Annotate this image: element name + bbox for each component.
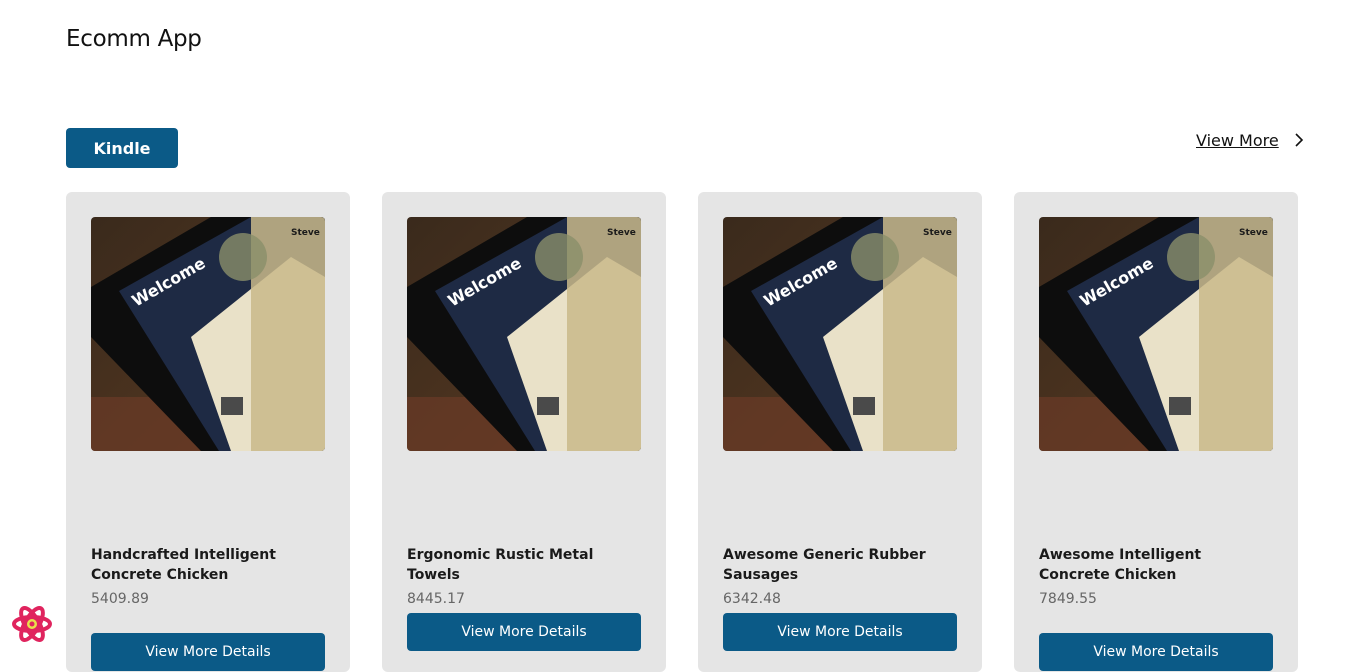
product-image[interactable]: Welcome Steve <box>91 217 325 451</box>
product-name-text: Awesome Generic Rubber Sausages <box>723 547 926 583</box>
product-image[interactable]: Welcome Steve <box>1039 217 1273 451</box>
product-name: Ergonomic Rustic Metal Towels 8445.17 <box>407 545 641 609</box>
view-details-button[interactable]: View More Details <box>407 613 641 651</box>
product-name-text: Ergonomic Rustic Metal Towels <box>407 547 594 583</box>
image-sender-text: Steve <box>1239 228 1268 238</box>
view-details-button[interactable]: View More Details <box>1039 633 1273 671</box>
product-price: 7849.55 <box>1039 591 1097 607</box>
product-card: Welcome Steve Awesome Generic Rubber Sau… <box>698 192 982 672</box>
product-price: 6342.48 <box>723 591 781 607</box>
view-details-button[interactable]: View More Details <box>91 633 325 671</box>
product-price: 8445.17 <box>407 591 465 607</box>
product-card: Welcome Steve Awesome Intelligent Concre… <box>1014 192 1298 672</box>
app-title: Ecomm App <box>66 26 202 52</box>
react-devtools-icon[interactable] <box>11 603 53 645</box>
product-name-text: Awesome Intelligent Concrete Chicken <box>1039 547 1202 583</box>
view-details-button[interactable]: View More Details <box>723 613 957 651</box>
view-more-label: View More <box>1196 130 1279 150</box>
product-name: Awesome Intelligent Concrete Chicken 784… <box>1039 545 1273 609</box>
product-image[interactable]: Welcome Steve <box>723 217 957 451</box>
chevron-right-icon <box>1289 130 1309 150</box>
product-name: Handcrafted Intelligent Concrete Chicken… <box>91 545 325 609</box>
product-name: Awesome Generic Rubber Sausages 6342.48 <box>723 545 957 609</box>
image-sender-text: Steve <box>923 228 952 238</box>
image-sender-text: Steve <box>607 228 636 238</box>
product-image[interactable]: Welcome Steve <box>407 217 641 451</box>
product-price: 5409.89 <box>91 591 149 607</box>
product-name-text: Handcrafted Intelligent Concrete Chicken <box>91 547 276 583</box>
product-card: Welcome Steve Ergonomic Rustic Metal Tow… <box>382 192 666 672</box>
view-more-link[interactable]: View More <box>1196 130 1309 150</box>
product-card: Welcome Steve Handcrafted Intelligent Co… <box>66 192 350 672</box>
category-kindle-button[interactable]: Kindle <box>66 128 178 168</box>
image-sender-text: Steve <box>291 228 320 238</box>
